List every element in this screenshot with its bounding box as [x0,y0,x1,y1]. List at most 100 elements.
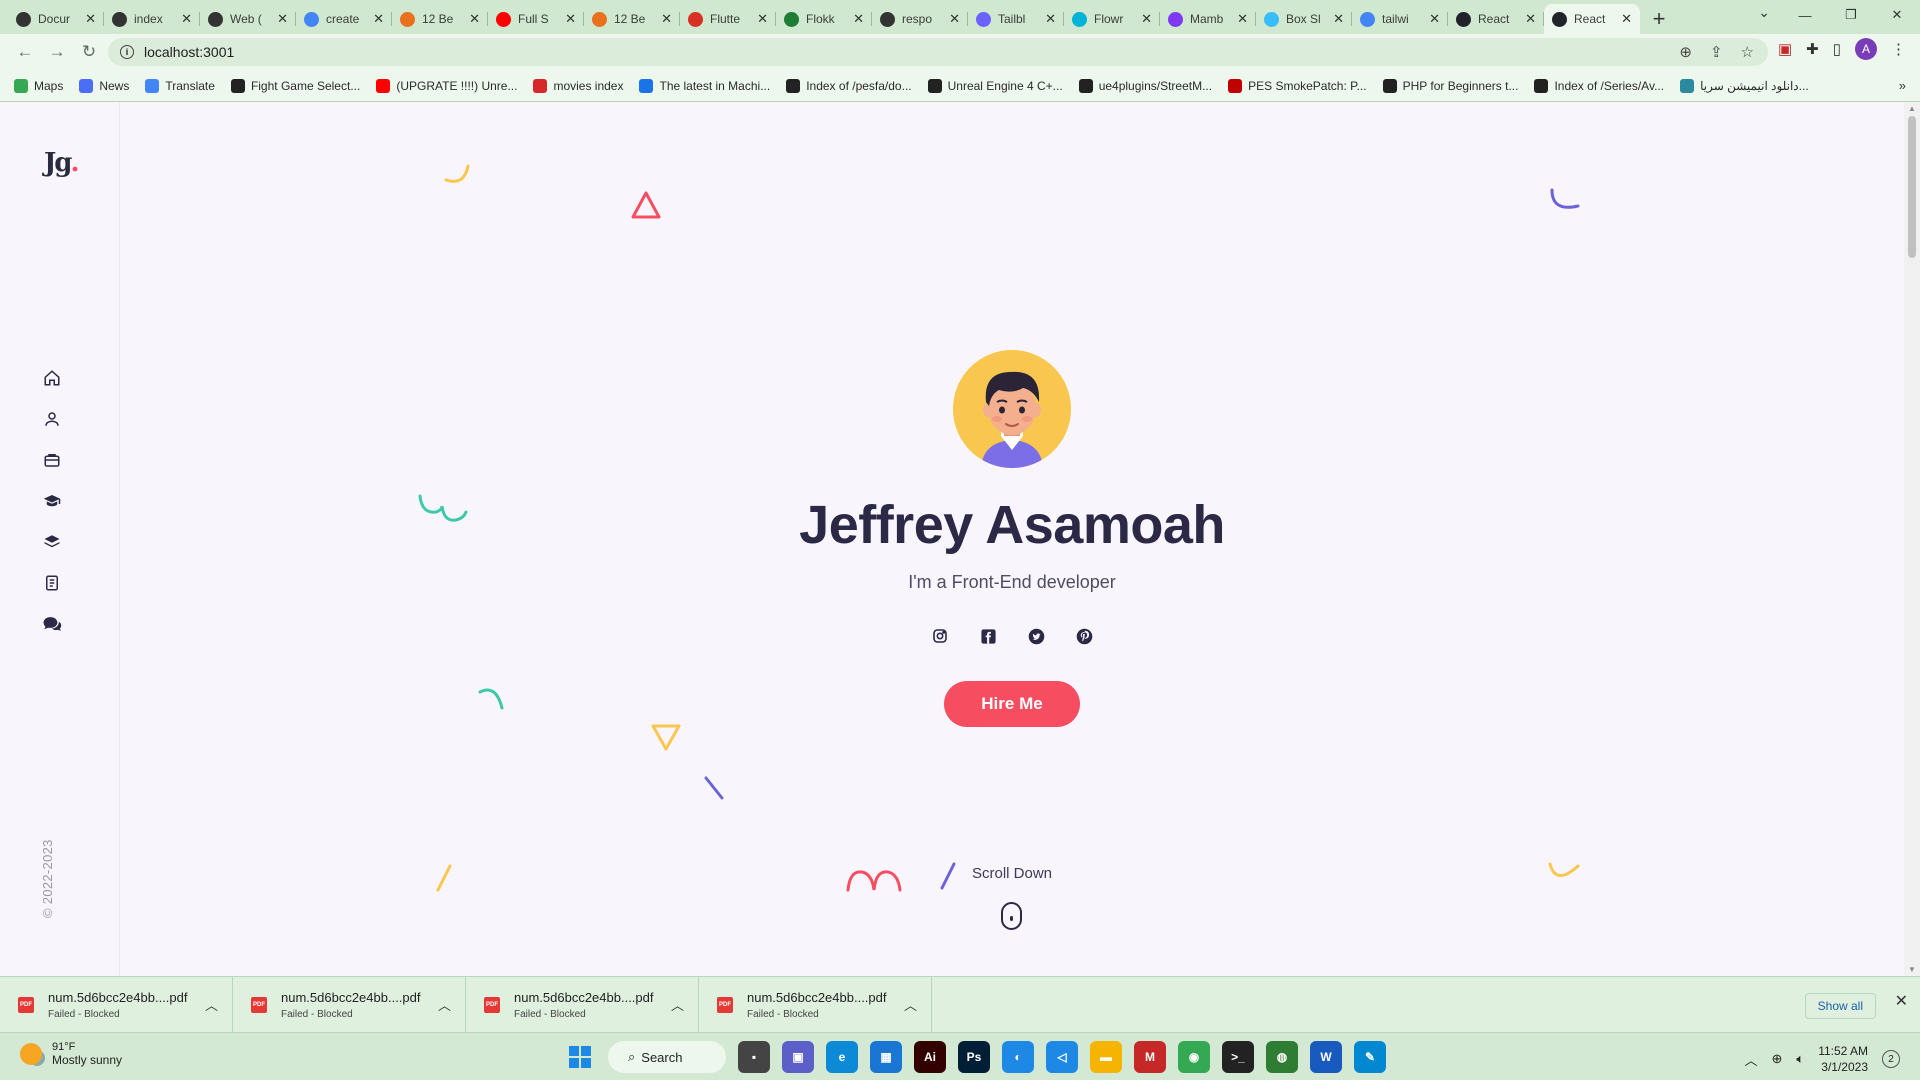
bookmark-item[interactable]: (UPGRATE !!!!) Unre... [376,78,517,93]
chevron-up-icon[interactable]: ︿ [205,995,218,1014]
download-item[interactable]: PDF num.5d6bcc2e4bb....pdf Failed - Blocke… [699,976,932,1033]
profile-avatar[interactable]: A [1855,38,1877,60]
browser-tab[interactable]: Box Sl ✕ [1256,4,1352,34]
download-item[interactable]: PDF num.5d6bcc2e4bb....pdf Failed - Blocke… [466,976,699,1033]
clock[interactable]: 11:52 AM 3/1/2023 [1818,1043,1868,1075]
minimize-icon[interactable]: — [1782,0,1828,30]
scroll-down-arrow-icon[interactable]: ▼ [1908,965,1916,974]
close-tab-icon[interactable]: ✕ [949,11,960,27]
close-tab-icon[interactable]: ✕ [565,11,576,27]
chevron-up-icon[interactable]: ︿ [904,995,917,1014]
close-window-icon[interactable]: ✕ [1874,0,1920,30]
site-logo[interactable]: Jg. [44,148,80,178]
bookmark-item[interactable]: Fight Game Select... [230,78,360,93]
browser-tab[interactable]: Docur ✕ [8,4,104,34]
scroll-down-label[interactable]: Scroll Down [120,865,1904,882]
side-panel-icon[interactable]: ▯ [1833,40,1841,58]
globe-app-icon[interactable]: ◍ [1266,1041,1298,1073]
mouse-scroll-icon[interactable] [1001,902,1022,930]
chevron-up-icon[interactable]: ︿ [438,995,451,1014]
bookmark-item[interactable]: Translate [145,78,215,93]
pinterest-icon[interactable] [1074,626,1094,646]
site-info-icon[interactable]: i [120,45,134,59]
puzzle-extensions-icon[interactable]: ✚ [1806,40,1819,58]
notifications-badge[interactable]: 2 [1882,1050,1900,1068]
browser-tab[interactable]: tailwi ✕ [1352,4,1448,34]
zoom-icon[interactable]: ⊕ [1679,43,1692,61]
browser-tab[interactable]: React ✕ [1544,4,1640,34]
bookmarks-overflow-icon[interactable]: » [1899,78,1906,93]
close-downloads-icon[interactable]: ✕ [1895,991,1908,1011]
address-bar[interactable]: i localhost:3001 ⊕ ⇪ ☆ [108,38,1768,66]
forward-icon[interactable]: → [42,37,72,67]
folder-icon[interactable]: ▬ [1090,1041,1122,1073]
back-icon[interactable]: ← [10,37,40,67]
graduation-cap-icon[interactable] [40,489,64,513]
chevron-up-icon[interactable]: ︿ [671,995,684,1014]
browser-tab[interactable]: Tailbl ✕ [968,4,1064,34]
close-tab-icon[interactable]: ✕ [1429,11,1440,27]
word-icon[interactable]: W [1310,1041,1342,1073]
chat-icon[interactable] [40,612,64,636]
file-explorer-icon[interactable]: ▪ [738,1041,770,1073]
browser-tab[interactable]: 12 Be ✕ [392,4,488,34]
browser-tab[interactable]: create ✕ [296,4,392,34]
bookmark-item[interactable]: دانلود انیمیشن سریا... [1680,78,1809,93]
terminal-icon[interactable]: >_ [1222,1041,1254,1073]
close-tab-icon[interactable]: ✕ [469,11,480,27]
page-scrollbar[interactable]: ▲ ▼ [1904,102,1920,976]
vscode-icon[interactable]: ◁ [1046,1041,1078,1073]
bookmark-item[interactable]: movies index [533,78,623,93]
home-icon[interactable] [40,366,64,390]
mamp-extension-icon[interactable]: ▣ [1778,40,1792,58]
instagram-icon[interactable] [930,626,950,646]
browser-tab[interactable]: Flutte ✕ [680,4,776,34]
close-tab-icon[interactable]: ✕ [1141,11,1152,27]
new-tab-button[interactable]: + [1644,4,1674,34]
scroll-up-arrow-icon[interactable]: ▲ [1908,104,1916,113]
hire-me-button[interactable]: Hire Me [944,681,1080,727]
share-icon[interactable]: ⇪ [1710,43,1723,61]
download-item[interactable]: PDF num.5d6bcc2e4bb....pdf Failed - Blocke… [0,976,233,1033]
close-tab-icon[interactable]: ✕ [1333,11,1344,27]
browser-tab[interactable]: index ✕ [104,4,200,34]
browser-tab[interactable]: Mamb ✕ [1160,4,1256,34]
restore-icon[interactable]: ❐ [1828,0,1874,30]
browser-tab[interactable]: Full S ✕ [488,4,584,34]
browser-tab[interactable]: 12 Be ✕ [584,4,680,34]
bookmark-item[interactable]: PES SmokePatch: P... [1228,78,1367,93]
bookmark-item[interactable]: Index of /pesfa/do... [786,78,912,93]
tab-search-chevron-icon[interactable]: ⌄ [1758,4,1770,21]
tray-chevron-icon[interactable]: ︿ [1744,1050,1757,1069]
teams-icon[interactable]: ▣ [782,1041,814,1073]
close-tab-icon[interactable]: ✕ [1237,11,1248,27]
photoshop-icon[interactable]: Ps [958,1041,990,1073]
close-tab-icon[interactable]: ✕ [757,11,768,27]
browser-tab[interactable]: Flokk ✕ [776,4,872,34]
illustrator-icon[interactable]: Ai [914,1041,946,1073]
close-tab-icon[interactable]: ✕ [661,11,672,27]
show-all-button[interactable]: Show all [1804,993,1876,1019]
close-tab-icon[interactable]: ✕ [1621,11,1632,27]
weather-widget[interactable]: 91°F Mostly sunny [20,1041,122,1067]
chrome-icon[interactable]: ◉ [1178,1041,1210,1073]
facebook-icon[interactable] [978,626,998,646]
user-icon[interactable] [40,407,64,431]
bookmark-item[interactable]: PHP for Beginners t... [1382,78,1518,93]
bookmark-item[interactable]: The latest in Machi... [639,78,770,93]
bookmark-item[interactable]: News [79,78,129,93]
close-tab-icon[interactable]: ✕ [181,11,192,27]
menu-kebab-icon[interactable]: ⋮ [1891,40,1906,58]
briefcase-icon[interactable] [40,448,64,472]
bookmark-item[interactable]: ue4plugins/StreetM... [1078,78,1212,93]
close-tab-icon[interactable]: ✕ [85,11,96,27]
twitter-icon[interactable] [1026,626,1046,646]
store-icon[interactable]: ▦ [870,1041,902,1073]
close-tab-icon[interactable]: ✕ [1525,11,1536,27]
download-item[interactable]: PDF num.5d6bcc2e4bb....pdf Failed - Blocke… [233,976,466,1033]
language-globe-icon[interactable]: ⊕ [1771,1051,1782,1067]
bookmark-item[interactable]: Maps [14,78,63,93]
document-icon[interactable] [40,571,64,595]
reload-icon[interactable]: ↻ [74,37,104,67]
layers-icon[interactable] [40,530,64,554]
